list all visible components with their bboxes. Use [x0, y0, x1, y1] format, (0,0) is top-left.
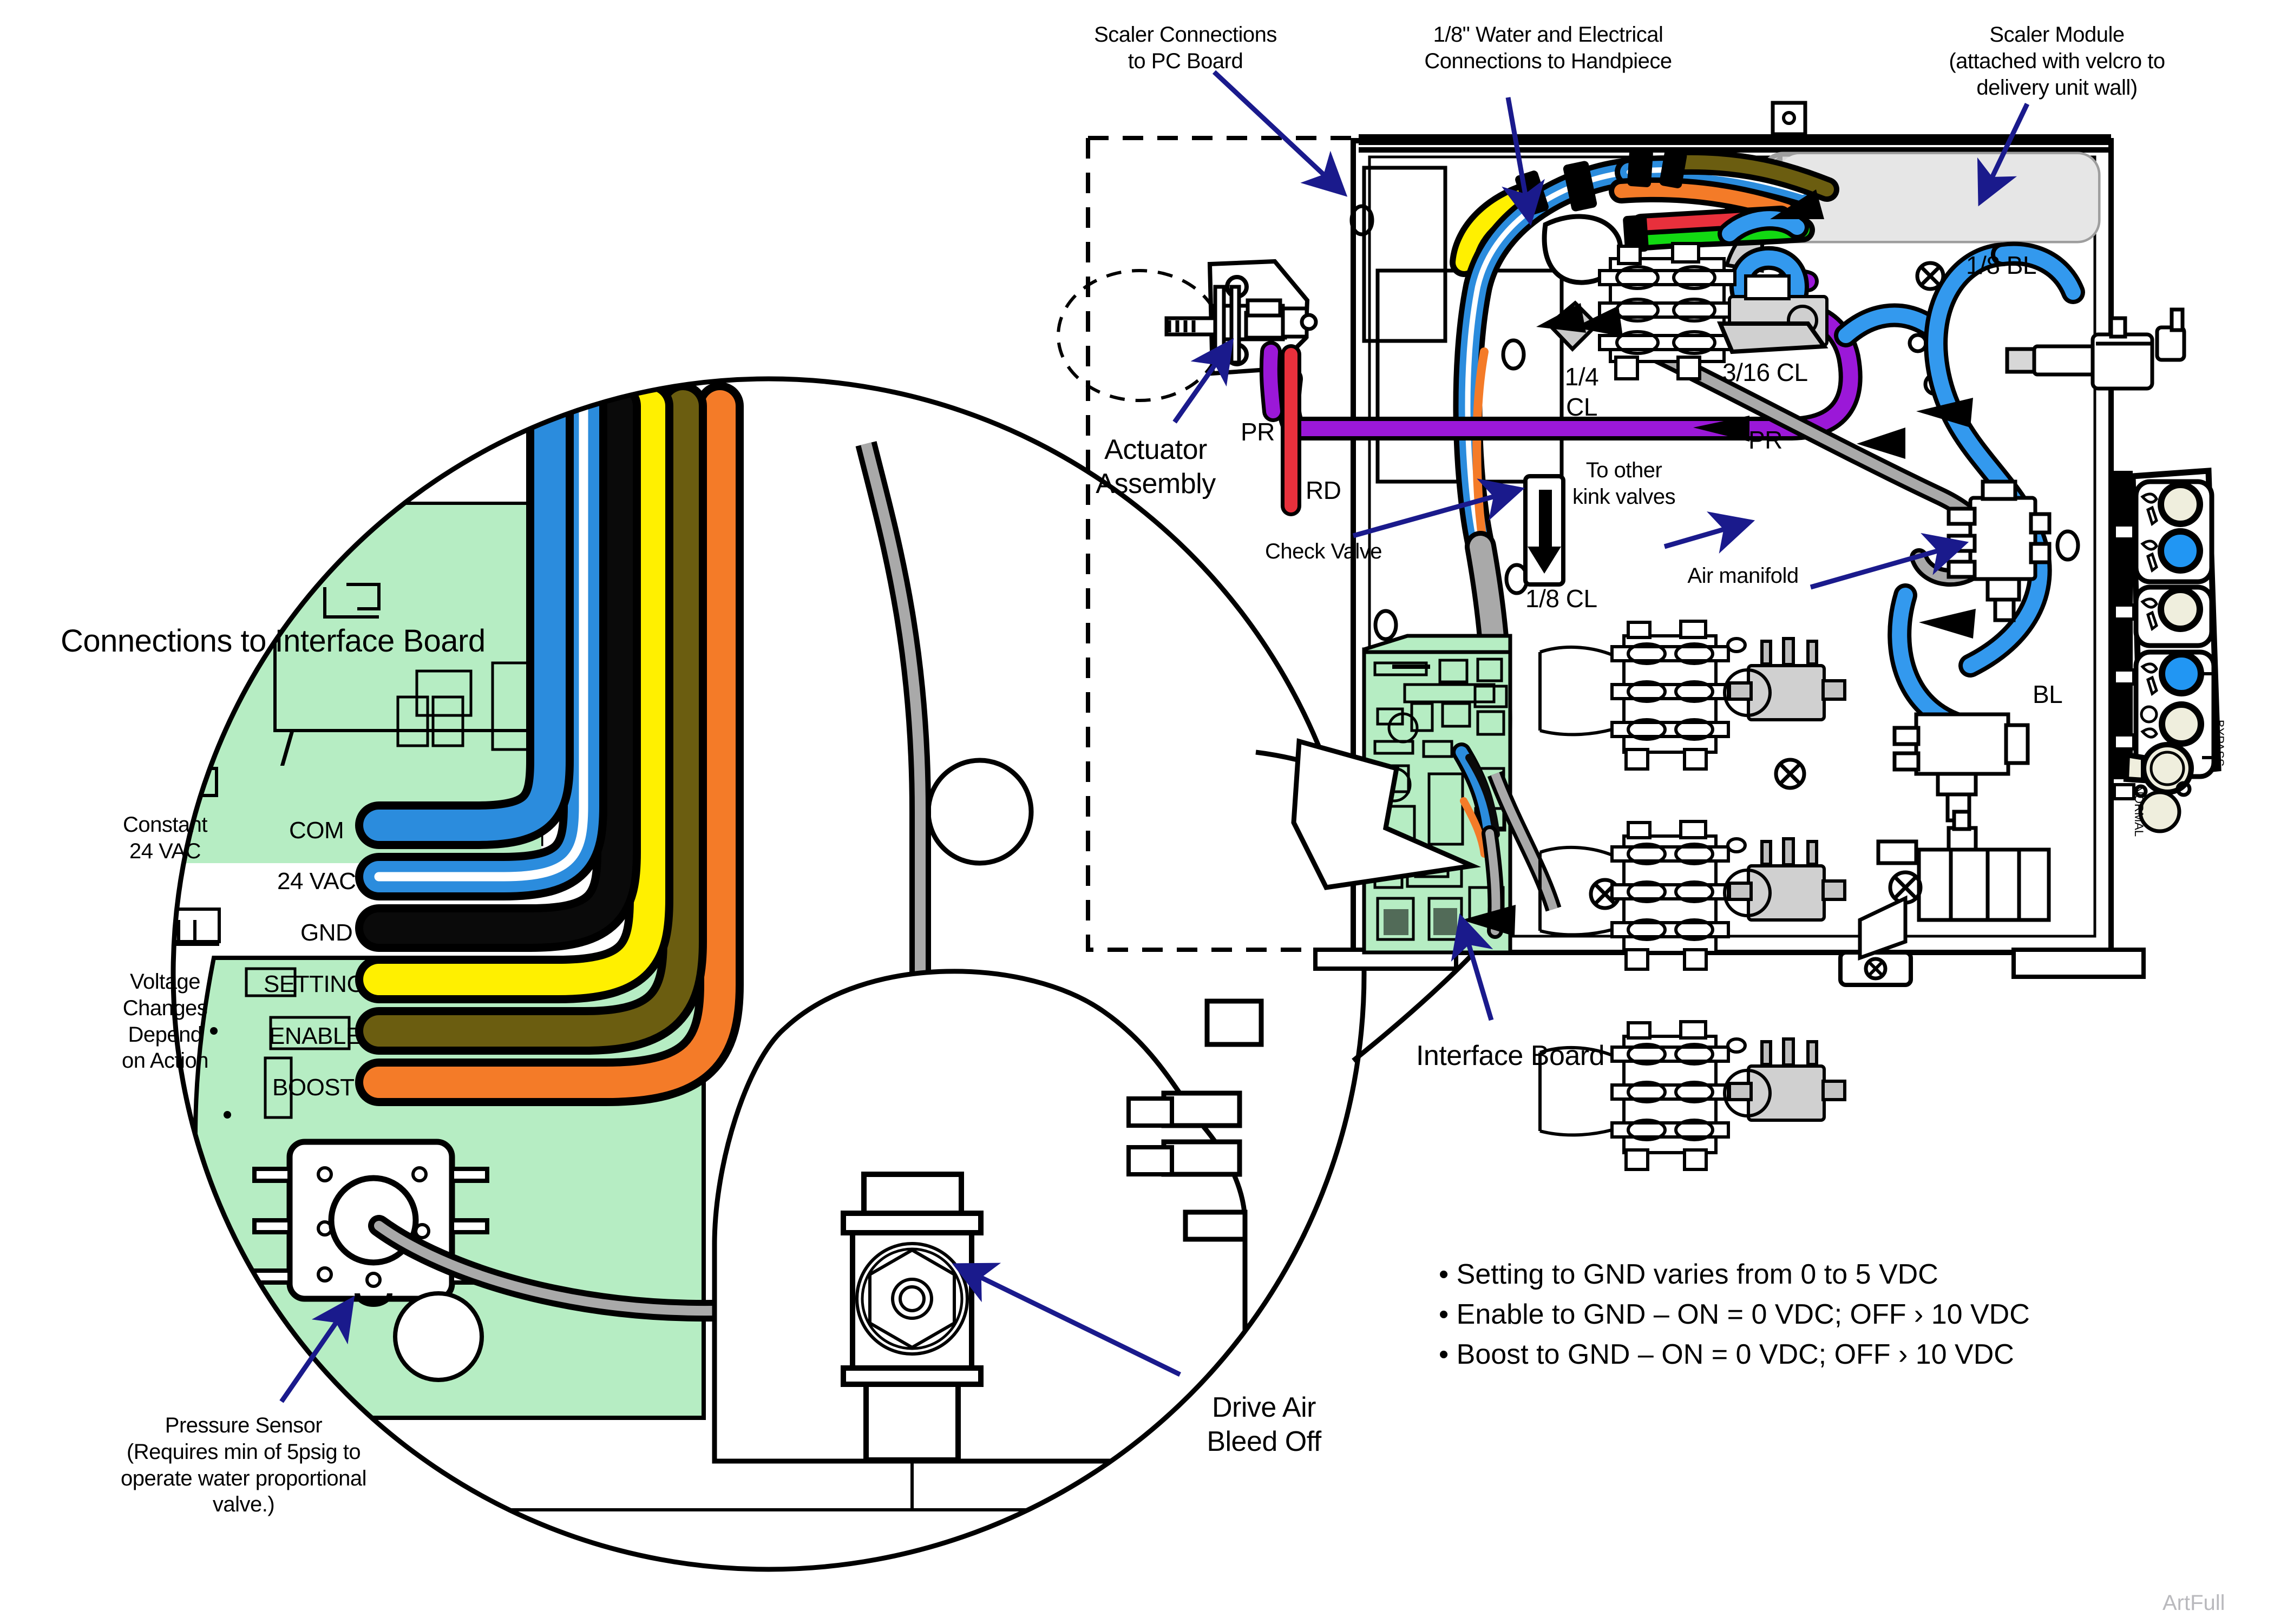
tube-label-1-8-bl: 1/8 BL: [1966, 251, 2037, 279]
watermark: ArtFull: [2162, 1591, 2225, 1615]
callout-to-other-kink-valves: To other kink valves: [1572, 458, 1676, 509]
diagram-page: BYPASS NORMAL Connections to Interface B…: [0, 0, 2274, 1624]
voltage-changes-label: Voltage Changes Depend on Action: [121, 970, 209, 1073]
note-enable: • Enable to GND – ON = 0 VDC; OFF › 10 V…: [1439, 1299, 2030, 1330]
drive-air-bleed-valve: [841, 1172, 984, 1463]
diagram-artwork: BYPASS NORMAL: [171, 70, 2226, 1572]
terminal-label-enable: ENABLE: [269, 1023, 362, 1049]
svg-text:BYPASS: BYPASS: [2213, 720, 2226, 766]
check-valve: [1523, 474, 1565, 587]
tube-label-quarter-cl: 1/4 CL: [1564, 363, 1599, 422]
callout-air-manifold: Air manifold: [1687, 564, 1799, 588]
callout-scaler-connections: Scaler Connections to PC Board: [1094, 23, 1277, 73]
leader-actuator: [1172, 338, 1234, 424]
terminal-label-com: COM: [289, 817, 344, 844]
valve-block-top: [1598, 242, 1736, 380]
callout-interface-board: Interface Board: [1415, 1040, 1605, 1071]
drive-air-bleed-label: Drive Air Bleed Off: [1207, 1392, 1321, 1458]
note-boost: • Boost to GND – ON = 0 VDC; OFF › 10 VD…: [1439, 1339, 2014, 1370]
terminal-label-24vac: 24 VAC: [277, 868, 356, 895]
tube-label-3-16-cl: 3/16 CL: [1722, 358, 1808, 386]
tube-label-bl: BL: [2033, 680, 2063, 708]
note-setting: • Setting to GND varies from 0 to 5 VDC: [1439, 1259, 1938, 1290]
callout-scaler-module: Scaler Module (attached with velcro to d…: [1949, 23, 2165, 100]
callout-check-valve: Check Valve: [1264, 540, 1382, 563]
control-panel: [2111, 468, 2221, 833]
page-title: Connections to Interface Board: [61, 623, 486, 659]
tube-label-1-8-cl: 1/8 CL: [1525, 584, 1597, 613]
svg-text:NORMAL: NORMAL: [2132, 786, 2146, 837]
terminal-label-boost: BOOST: [272, 1074, 355, 1101]
constant-24vac-label: Constant 24 VAC: [122, 813, 208, 863]
tube-label-rd-actuator: RD: [1306, 476, 1341, 504]
pressure-sensor-label: Pressure Sensor (Requires min of 5psig t…: [121, 1413, 366, 1517]
notes-list: • Setting to GND varies from 0 to 5 VDC …: [1439, 1258, 2030, 1378]
leader-scaler-connections: [1212, 70, 1348, 197]
terminal-label-setting: SETTING: [264, 971, 365, 997]
callout-actuator-assembly: Actuator Assembly: [1096, 434, 1216, 500]
tube-label-pr-main: PR: [1748, 426, 1782, 454]
tube-label-pr-actuator: PR: [1241, 418, 1275, 446]
callout-water-electrical: 1/8" Water and Electrical Connections to…: [1424, 23, 1672, 73]
terminal-label-gnd: GND: [300, 919, 353, 946]
